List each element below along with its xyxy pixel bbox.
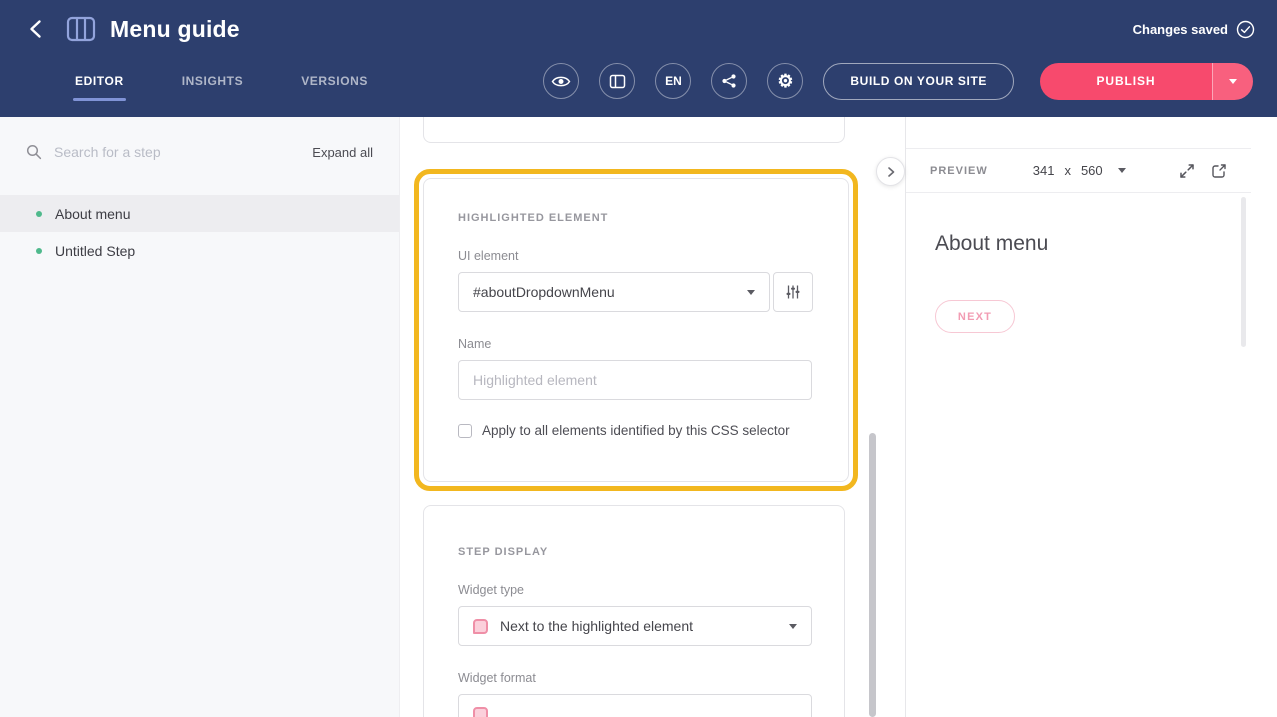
chevron-down-icon bbox=[1118, 168, 1126, 173]
chevron-down-icon bbox=[789, 624, 797, 629]
steps-list: About menu Untitled Step bbox=[0, 195, 399, 269]
step-label: About menu bbox=[55, 206, 131, 222]
build-on-your-site-button[interactable]: BUILD ON YOUR SITE bbox=[823, 63, 1014, 100]
preview-viewport: About menu NEXT bbox=[906, 193, 1251, 717]
step-search-row: Expand all bbox=[0, 117, 399, 187]
header-title-row: Menu guide Changes saved bbox=[0, 0, 1277, 58]
preview-header: PREVIEW 341 x 560 bbox=[906, 148, 1251, 193]
publish-button[interactable]: PUBLISH bbox=[1040, 63, 1212, 100]
expand-icon bbox=[1179, 163, 1195, 179]
language-button[interactable]: EN bbox=[655, 63, 691, 99]
name-label: Name bbox=[458, 337, 814, 351]
chevron-down-icon bbox=[1229, 79, 1237, 84]
preview-next-button[interactable]: NEXT bbox=[935, 300, 1015, 333]
element-name-input[interactable] bbox=[458, 360, 812, 400]
tab-insights[interactable]: INSIGHTS bbox=[182, 74, 243, 88]
step-display-card: STEP DISPLAY Widget type Next to the hig… bbox=[423, 505, 845, 717]
app-root: Menu guide Changes saved EDITOR INSIGHTS… bbox=[0, 0, 1277, 717]
preview-scrollbar[interactable] bbox=[1241, 197, 1246, 347]
widget-type-select[interactable]: Next to the highlighted element bbox=[458, 606, 812, 646]
widget-type-label: Widget type bbox=[458, 583, 810, 597]
page-title: Menu guide bbox=[110, 16, 240, 43]
step-item-about-menu[interactable]: About menu bbox=[0, 195, 399, 232]
preview-fullscreen-button[interactable] bbox=[1179, 163, 1195, 179]
settings-button[interactable]: ⚙ bbox=[767, 63, 803, 99]
header-tabs-row: EDITOR INSIGHTS VERSIONS EN ⚙ bbox=[0, 58, 1277, 104]
section-title-step-display: STEP DISPLAY bbox=[458, 546, 810, 558]
editor-scrollbar-thumb[interactable] bbox=[869, 433, 876, 717]
publish-dropdown-button[interactable] bbox=[1212, 63, 1253, 100]
step-item-untitled-step[interactable]: Untitled Step bbox=[0, 232, 399, 269]
preview-viewport-height: 560 bbox=[1081, 163, 1103, 178]
section-title-highlighted-element: HIGHLIGHTED ELEMENT bbox=[458, 212, 814, 224]
step-status-dot bbox=[36, 248, 42, 254]
changes-saved-label: Changes saved bbox=[1133, 22, 1228, 37]
steps-sidebar: Expand all About menu Untitled Step bbox=[0, 117, 400, 717]
highlighted-section-ring: HIGHLIGHTED ELEMENT UI element #aboutDro… bbox=[414, 169, 858, 491]
step-editor-canvas: HIGHLIGHTED ELEMENT UI element #aboutDro… bbox=[401, 117, 906, 717]
preview-panel-label: PREVIEW bbox=[930, 165, 988, 177]
layout-button[interactable] bbox=[599, 63, 635, 99]
ui-element-value: #aboutDropdownMenu bbox=[473, 284, 747, 300]
chevron-right-icon bbox=[886, 166, 896, 178]
chevron-left-icon bbox=[26, 18, 48, 40]
expand-all-link[interactable]: Expand all bbox=[312, 145, 373, 160]
preview-size-separator: x bbox=[1064, 163, 1071, 178]
share-button[interactable] bbox=[711, 63, 747, 99]
main-tabs: EDITOR INSIGHTS VERSIONS bbox=[75, 74, 368, 88]
external-link-icon bbox=[1211, 163, 1227, 179]
chevron-down-icon bbox=[747, 290, 755, 295]
selector-settings-button[interactable] bbox=[773, 272, 813, 312]
step-label: Untitled Step bbox=[55, 243, 135, 259]
step-status-dot bbox=[36, 211, 42, 217]
preview-step-title: About menu bbox=[935, 232, 1251, 256]
ui-element-row: #aboutDropdownMenu bbox=[458, 272, 814, 312]
language-label: EN bbox=[665, 74, 682, 88]
preview-size-select[interactable]: 341 x 560 bbox=[1033, 163, 1126, 178]
ui-element-label: UI element bbox=[458, 249, 814, 263]
widget-format-icon bbox=[473, 707, 488, 717]
gear-icon: ⚙ bbox=[777, 72, 793, 90]
widget-format-select[interactable] bbox=[458, 694, 812, 717]
highlighted-element-card: HIGHLIGHTED ELEMENT UI element #aboutDro… bbox=[423, 178, 849, 482]
apply-all-label: Apply to all elements identified by this… bbox=[482, 423, 790, 438]
ui-element-select[interactable]: #aboutDropdownMenu bbox=[458, 272, 770, 312]
collapse-preview-button[interactable] bbox=[876, 157, 905, 186]
preview-header-actions bbox=[1179, 163, 1227, 179]
preview-open-external-button[interactable] bbox=[1211, 163, 1227, 179]
preview-panel: PREVIEW 341 x 560 About menu NEXT bbox=[905, 117, 1251, 717]
widget-format-label: Widget format bbox=[458, 671, 810, 685]
sliders-icon bbox=[785, 284, 801, 300]
changes-saved-status: Changes saved bbox=[1133, 20, 1255, 39]
preview-eye-button[interactable] bbox=[543, 63, 579, 99]
preview-viewport-width: 341 bbox=[1033, 163, 1055, 178]
widget-type-icon bbox=[473, 619, 488, 634]
header-actions: EN ⚙ BUILD ON YOUR SITE PUBLISH bbox=[543, 63, 1253, 100]
publish-split-button: PUBLISH bbox=[1040, 63, 1253, 100]
share-icon bbox=[721, 73, 737, 89]
check-circle-icon bbox=[1236, 20, 1255, 39]
guide-type-icon bbox=[66, 16, 96, 42]
apply-all-checkbox-row[interactable]: Apply to all elements identified by this… bbox=[458, 423, 814, 438]
eye-icon bbox=[551, 74, 571, 89]
top-header: Menu guide Changes saved EDITOR INSIGHTS… bbox=[0, 0, 1277, 117]
search-icon bbox=[26, 144, 42, 160]
apply-all-checkbox[interactable] bbox=[458, 424, 472, 438]
back-button[interactable] bbox=[22, 14, 52, 44]
widget-type-value: Next to the highlighted element bbox=[500, 618, 789, 634]
tab-versions[interactable]: VERSIONS bbox=[301, 74, 368, 88]
tab-editor[interactable]: EDITOR bbox=[75, 74, 124, 88]
layout-icon bbox=[609, 73, 626, 90]
step-search-input[interactable] bbox=[54, 144, 312, 160]
editor-scrollbar[interactable] bbox=[869, 117, 876, 717]
